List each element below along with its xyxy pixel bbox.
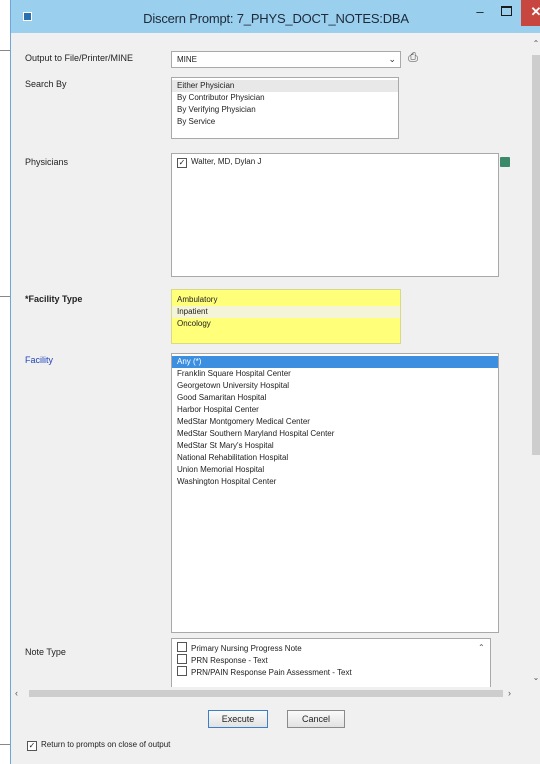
note-type-item[interactable]: PRN Response - Text — [172, 654, 490, 666]
facility-option[interactable]: MedStar Montgomery Medical Center — [172, 416, 498, 428]
note-type-item[interactable]: Primary Nursing Progress Note — [172, 642, 490, 654]
search-by-option[interactable]: By Verifying Physician — [172, 104, 398, 116]
background-line — [0, 296, 10, 297]
window-title: Discern Prompt: 7_PHYS_DOCT_NOTES:DBA — [143, 11, 409, 26]
checkbox[interactable] — [177, 642, 187, 652]
note-type-label-text: PRN Response - Text — [191, 656, 268, 665]
scroll-down-arrow[interactable]: ⌄ — [531, 673, 540, 682]
note-type-label: Note Type — [25, 647, 66, 657]
facility-label: Facility — [25, 355, 54, 365]
physician-name: Walter, MD, Dylan J — [191, 157, 262, 166]
facility-type-option[interactable]: Ambulatory — [172, 294, 400, 306]
return-to-prompts-option[interactable]: ✓ Return to prompts on close of output — [27, 740, 170, 751]
facility-option[interactable]: Washington Hospital Center — [172, 476, 498, 488]
search-by-option[interactable]: By Service — [172, 116, 398, 128]
facility-option[interactable]: Franklin Square Hospital Center — [172, 368, 498, 380]
checkbox[interactable] — [177, 654, 187, 664]
cancel-button[interactable]: Cancel — [287, 710, 345, 728]
facility-option[interactable]: MedStar St Mary's Hospital — [172, 440, 498, 452]
facility-type-option[interactable]: Oncology — [172, 318, 400, 330]
horizontal-scrollbar[interactable]: ‹ › — [11, 687, 521, 700]
physicians-list[interactable]: ✓ Walter, MD, Dylan J — [171, 153, 499, 277]
facility-option[interactable]: National Rehabilitation Hospital — [172, 452, 498, 464]
note-list-scroll-up[interactable]: ⌃ — [478, 643, 485, 652]
scroll-left-arrow[interactable]: ‹ — [15, 688, 18, 698]
scroll-up-arrow[interactable]: ⌃ — [531, 39, 540, 48]
background-line — [0, 50, 10, 51]
background-line — [0, 744, 10, 745]
address-book-icon[interactable] — [500, 157, 510, 167]
checkbox[interactable]: ✓ — [177, 158, 187, 168]
note-type-list[interactable]: Primary Nursing Progress Note PRN Respon… — [171, 638, 491, 687]
note-type-label-text: Primary Nursing Progress Note — [191, 644, 302, 653]
close-button[interactable]: ✕ — [521, 0, 540, 26]
maximize-button[interactable] — [492, 0, 520, 26]
discern-prompt-window: Discern Prompt: 7_PHYS_DOCT_NOTES:DBA – … — [10, 0, 540, 764]
return-to-prompts-label: Return to prompts on close of output — [41, 740, 171, 749]
checkbox[interactable] — [177, 666, 187, 676]
facility-option[interactable]: MedStar Southern Maryland Hospital Cente… — [172, 428, 498, 440]
execute-button[interactable]: Execute — [208, 710, 268, 728]
facility-list[interactable]: Any (*) Franklin Square Hospital Center … — [171, 353, 499, 633]
output-value: MINE — [177, 55, 197, 64]
note-type-item[interactable]: PRN/PAIN Response Pain Assessment - Text — [172, 666, 490, 678]
output-combo[interactable]: MINE ⌄ — [171, 51, 401, 68]
physician-item[interactable]: ✓ Walter, MD, Dylan J — [172, 156, 498, 168]
facility-option[interactable]: Any (*) — [172, 356, 498, 368]
facility-option[interactable]: Union Memorial Hospital — [172, 464, 498, 476]
search-by-option[interactable]: Either Physician — [172, 80, 398, 92]
search-by-option[interactable]: By Contributor Physician — [172, 92, 398, 104]
facility-option[interactable]: Harbor Hospital Center — [172, 404, 498, 416]
search-by-list[interactable]: Either Physician By Contributor Physicia… — [171, 77, 399, 139]
vertical-scrollbar[interactable]: ⌃ ⌄ — [531, 33, 540, 685]
checkbox[interactable]: ✓ — [27, 741, 37, 751]
facility-type-option[interactable]: Inpatient — [172, 306, 400, 318]
scroll-right-arrow[interactable]: › — [508, 688, 511, 698]
scroll-thumb[interactable] — [29, 690, 503, 697]
minimize-button[interactable]: – — [466, 0, 494, 26]
facility-type-label: *Facility Type — [25, 294, 83, 304]
chevron-down-icon[interactable]: ⌄ — [388, 54, 396, 65]
note-type-label-text: PRN/PAIN Response Pain Assessment - Text — [191, 668, 352, 677]
scroll-thumb[interactable] — [532, 55, 540, 455]
search-by-label: Search By — [25, 79, 67, 89]
facility-option[interactable]: Georgetown University Hospital — [172, 380, 498, 392]
title-bar[interactable]: Discern Prompt: 7_PHYS_DOCT_NOTES:DBA – … — [11, 0, 540, 33]
maximize-icon — [500, 6, 512, 16]
facility-option[interactable]: Good Samaritan Hospital — [172, 392, 498, 404]
printer-icon[interactable]: ⎙ — [405, 49, 421, 65]
output-label: Output to File/Printer/MINE — [25, 53, 134, 63]
prompt-form: Output to File/Printer/MINE MINE ⌄ ⎙ Sea… — [11, 33, 531, 687]
physicians-label: Physicians — [25, 157, 69, 167]
facility-type-list[interactable]: Ambulatory Inpatient Oncology — [171, 289, 401, 344]
